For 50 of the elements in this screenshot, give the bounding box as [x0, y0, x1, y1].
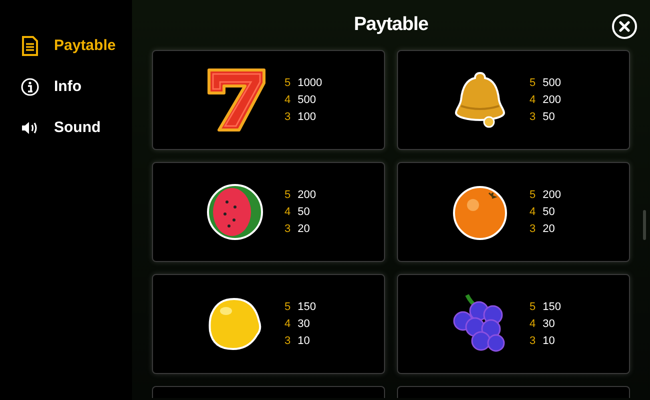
payout-amount: 30	[298, 317, 310, 332]
payout-amount: 50	[298, 205, 310, 220]
payout-amount: 500	[542, 76, 561, 91]
info-icon	[21, 78, 39, 96]
symbol-count: 3	[530, 222, 536, 237]
symbol-count: 5	[530, 188, 536, 203]
payout-amount: 10	[542, 334, 555, 349]
panel-title: Paytable	[354, 12, 428, 37]
symbol-count: 5	[284, 76, 291, 91]
payout-amount: 50	[542, 205, 555, 220]
close-icon	[619, 21, 630, 32]
symbol-count: 4	[530, 317, 536, 332]
sidebar-item[interactable]: Sound	[21, 116, 132, 140]
payout-amount: 200	[542, 93, 561, 108]
symbol-count: 5	[284, 188, 291, 203]
payout-amount: 150	[298, 300, 316, 315]
payout-amount: 200	[298, 188, 316, 203]
symbol-count: 4	[530, 205, 536, 220]
symbol-count: 4	[284, 317, 291, 332]
payout-amount: 1000	[298, 76, 322, 91]
payout-amount: 200	[542, 188, 561, 203]
payout-amount: 30	[542, 317, 555, 332]
payout-amount: 20	[298, 222, 310, 237]
bell-icon	[452, 70, 506, 130]
payout-amount: 100	[298, 110, 316, 125]
sidebar-item[interactable]: Paytable	[21, 34, 132, 58]
sidebar-item[interactable]: Info	[21, 75, 132, 99]
symbol-count: 4	[284, 205, 291, 220]
symbol-count: 3	[284, 334, 291, 349]
lemon-icon	[206, 295, 264, 353]
symbol-count: 5	[284, 300, 291, 315]
symbol-count: 5	[530, 76, 536, 91]
speaker-icon	[21, 121, 39, 135]
scrollbar-thumb[interactable]	[643, 210, 646, 240]
citrus-fruit-icon	[450, 183, 508, 241]
symbol-count: 3	[284, 110, 291, 125]
watermelon-icon	[204, 182, 264, 242]
payout-amount: 20	[542, 222, 555, 237]
symbol-count: 3	[530, 110, 536, 125]
payout-amount: 500	[298, 93, 316, 108]
symbol-count: 4	[530, 93, 536, 108]
document-icon	[22, 36, 38, 56]
symbol-count: 3	[284, 222, 291, 237]
payout-amount: 10	[298, 334, 310, 349]
close-button[interactable]	[612, 14, 637, 39]
symbol-count: 4	[284, 93, 291, 108]
symbol-count: 5	[530, 300, 536, 315]
payout-amount: 150	[542, 300, 561, 315]
payout-amount: 50	[542, 110, 555, 125]
symbol-count: 3	[530, 334, 536, 349]
